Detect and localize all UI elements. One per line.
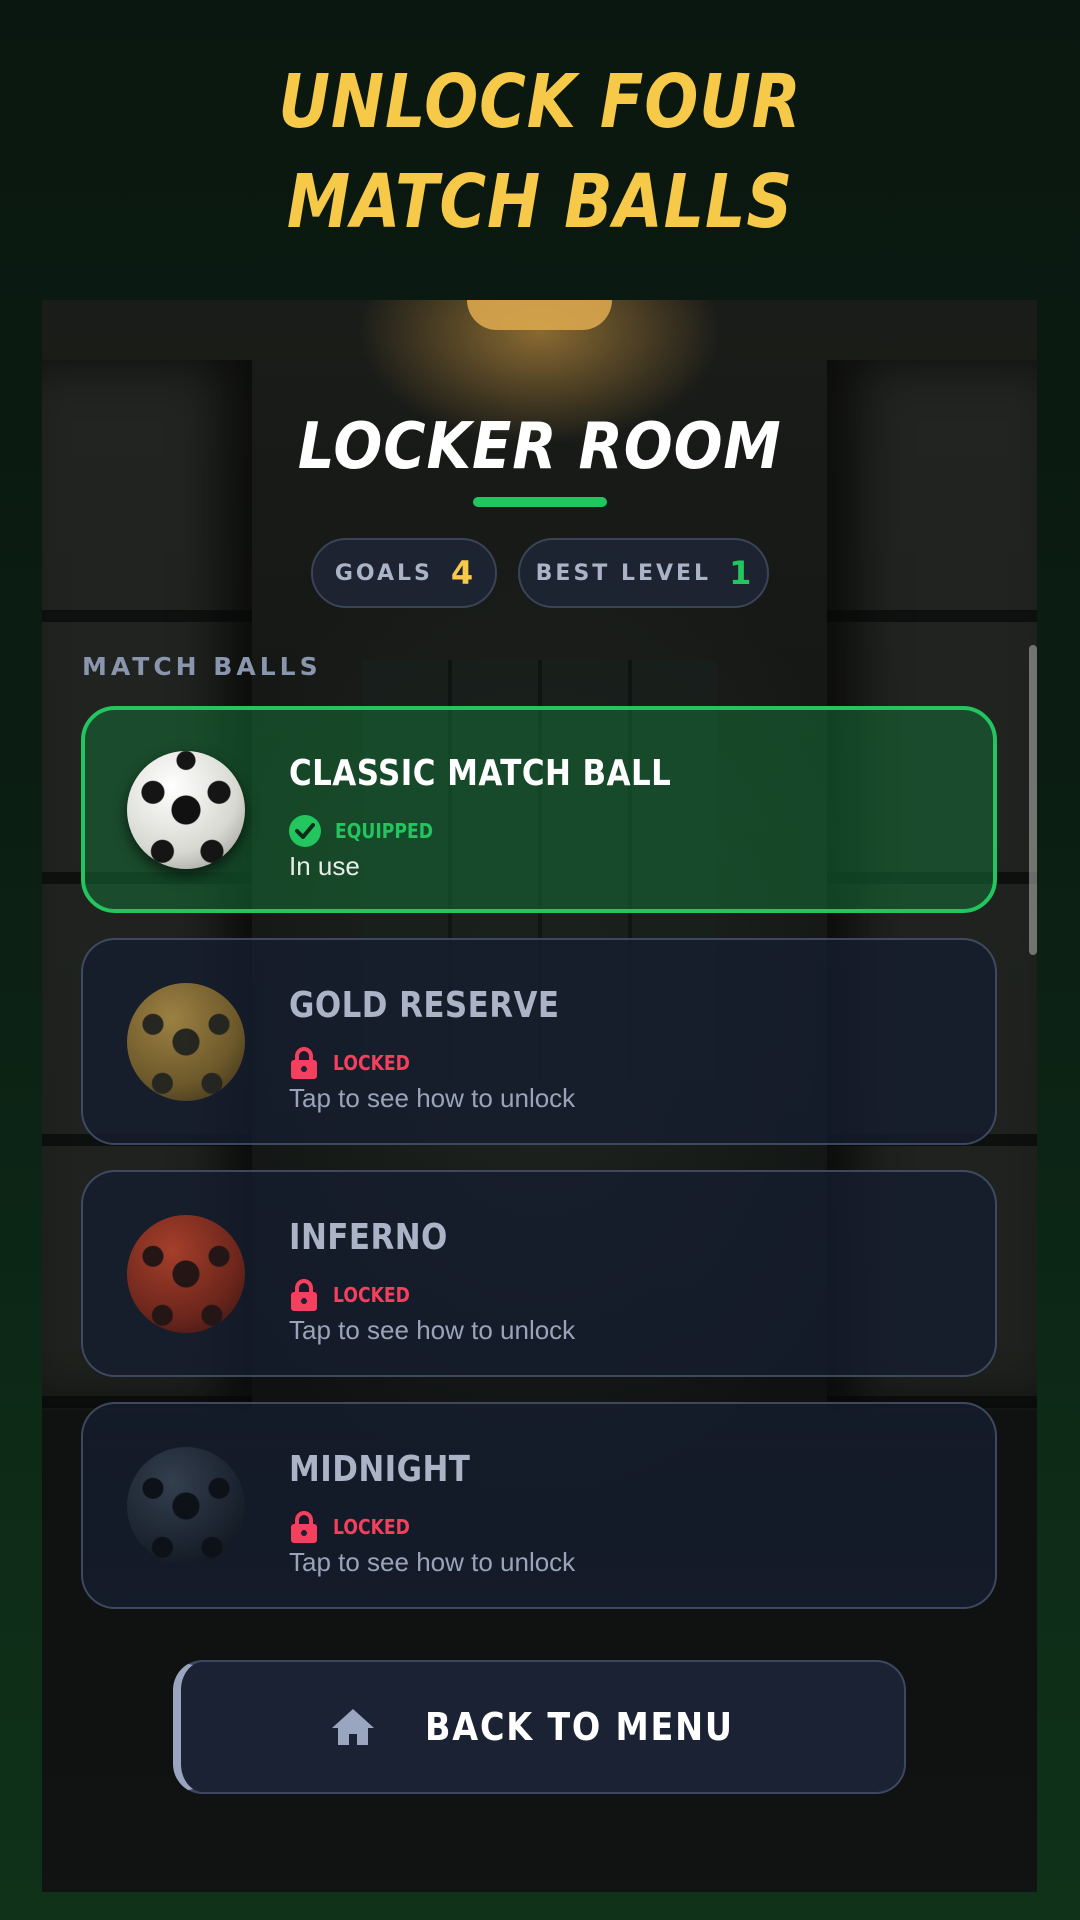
ball-card-midnight[interactable]: MIDNIGHT LOCKED Tap to see how to unlock (81, 1402, 997, 1609)
gold-ball-image (127, 983, 245, 1101)
ball-name: GOLD RESERVE (289, 985, 560, 1026)
lock-icon (291, 1047, 317, 1079)
goals-label: GOALS (334, 560, 433, 586)
lock-icon (291, 1511, 317, 1543)
promo-headline: UNLOCK FOUR MATCH BALLS (0, 52, 1080, 252)
ball-card-inferno[interactable]: INFERNO LOCKED Tap to see how to unlock (81, 1170, 997, 1377)
midnight-ball-image (127, 1447, 245, 1565)
ball-card-classic[interactable]: CLASSIC MATCH BALL EQUIPPED In use (81, 706, 997, 913)
classic-ball-image (127, 751, 245, 869)
ball-status: LOCKED (289, 1047, 422, 1079)
scrollbar[interactable] (1029, 645, 1037, 955)
best-level-label: BEST LEVEL (535, 560, 712, 586)
promo-headline-line-1: UNLOCK FOUR (278, 59, 802, 145)
ceiling-lamp (467, 300, 612, 330)
status-text: LOCKED (333, 1051, 410, 1075)
ball-status: LOCKED (289, 1279, 422, 1311)
ball-subtext: Tap to see how to unlock (289, 1083, 576, 1113)
back-to-menu-button[interactable]: BACK TO MENU (173, 1660, 906, 1794)
home-icon (332, 1709, 375, 1745)
lock-icon (291, 1279, 317, 1311)
title-underline (473, 497, 607, 507)
ball-name: MIDNIGHT (289, 1449, 471, 1490)
ball-subtext: Tap to see how to unlock (289, 1315, 576, 1345)
page-title: LOCKER ROOM (298, 410, 782, 484)
ball-card-gold-reserve[interactable]: GOLD RESERVE LOCKED Tap to see how to un… (81, 938, 997, 1145)
best-level-value: 1 (729, 554, 752, 592)
goals-stat: GOALS 4 (311, 538, 497, 608)
inferno-ball-image (127, 1215, 245, 1333)
ball-name: CLASSIC MATCH BALL (289, 753, 672, 794)
goals-value: 4 (450, 554, 474, 592)
ball-subtext: Tap to see how to unlock (289, 1547, 576, 1577)
best-level-stat: BEST LEVEL 1 (518, 538, 769, 608)
status-text: LOCKED (333, 1283, 410, 1307)
check-circle-icon (289, 815, 321, 847)
ball-subtext: In use (289, 851, 360, 881)
status-text: EQUIPPED (335, 819, 433, 843)
ball-name: INFERNO (289, 1217, 448, 1258)
back-to-menu-label: BACK TO MENU (425, 1705, 734, 1749)
section-label: MATCH BALLS (82, 652, 322, 681)
ball-status: LOCKED (289, 1511, 422, 1543)
ball-status: EQUIPPED (289, 815, 449, 847)
status-text: LOCKED (333, 1515, 410, 1539)
promo-headline-line-2: MATCH BALLS (286, 159, 794, 245)
